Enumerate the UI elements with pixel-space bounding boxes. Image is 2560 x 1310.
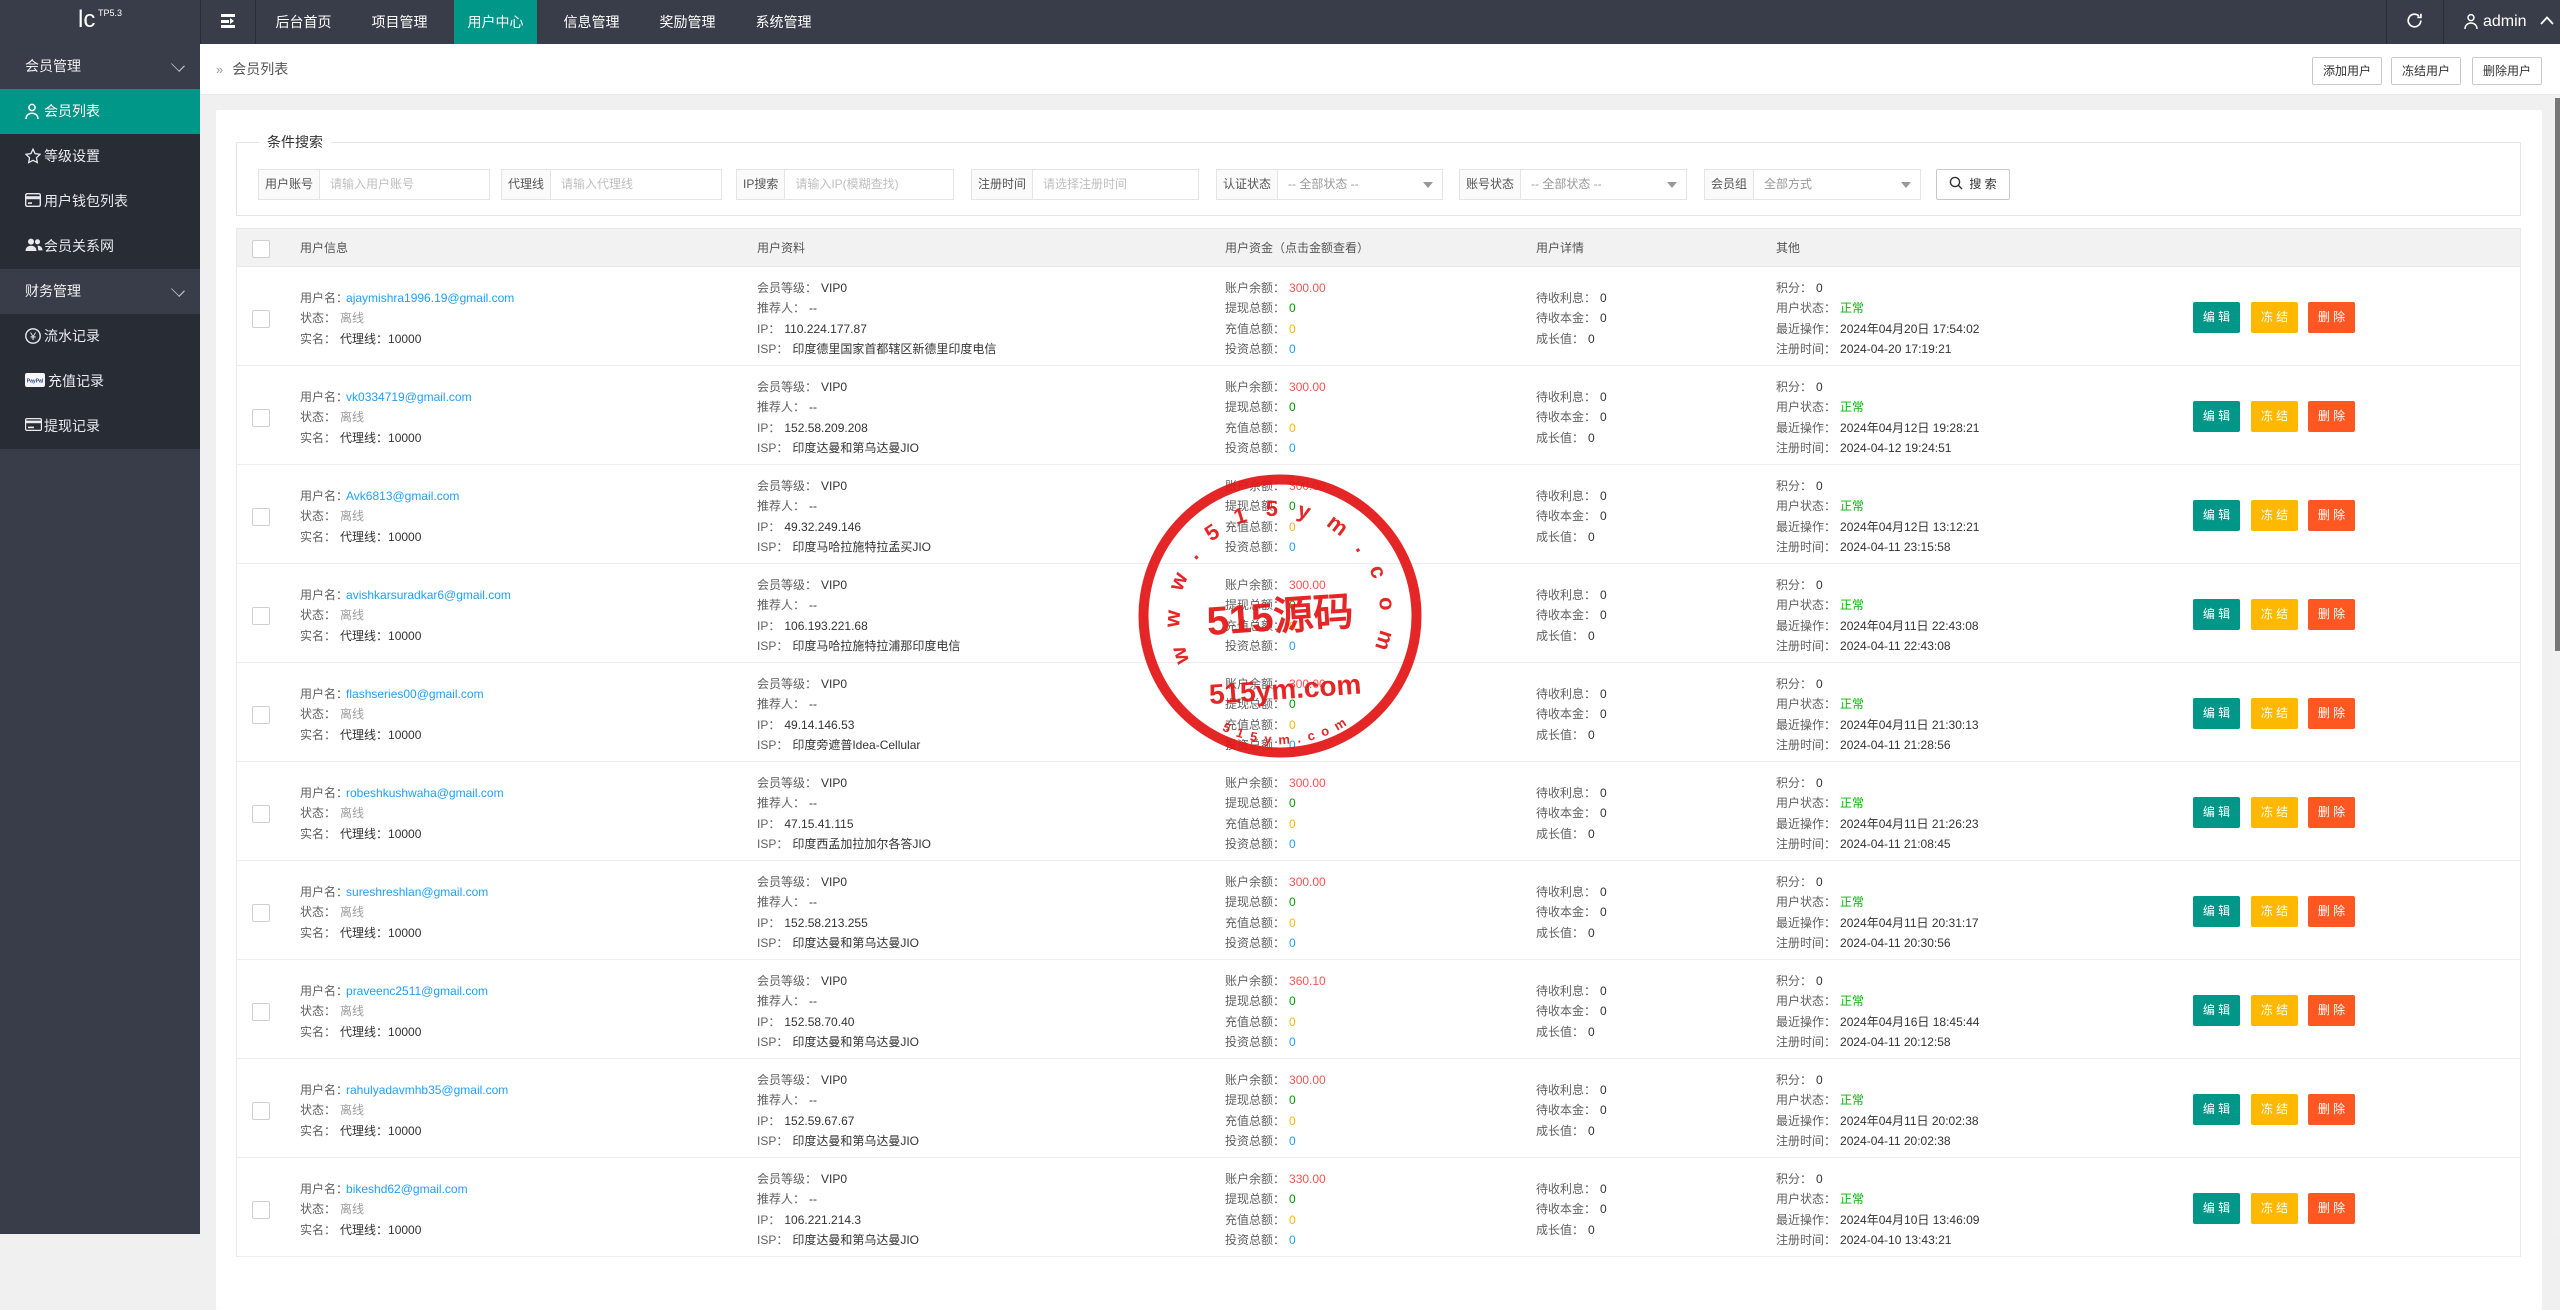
svg-text:515ym.com: 515ym.com — [1208, 669, 1362, 711]
svg-text:¥: ¥ — [29, 331, 37, 343]
svg-text:PayPal: PayPal — [27, 379, 44, 385]
svg-text:515源码: 515源码 — [1205, 590, 1354, 644]
